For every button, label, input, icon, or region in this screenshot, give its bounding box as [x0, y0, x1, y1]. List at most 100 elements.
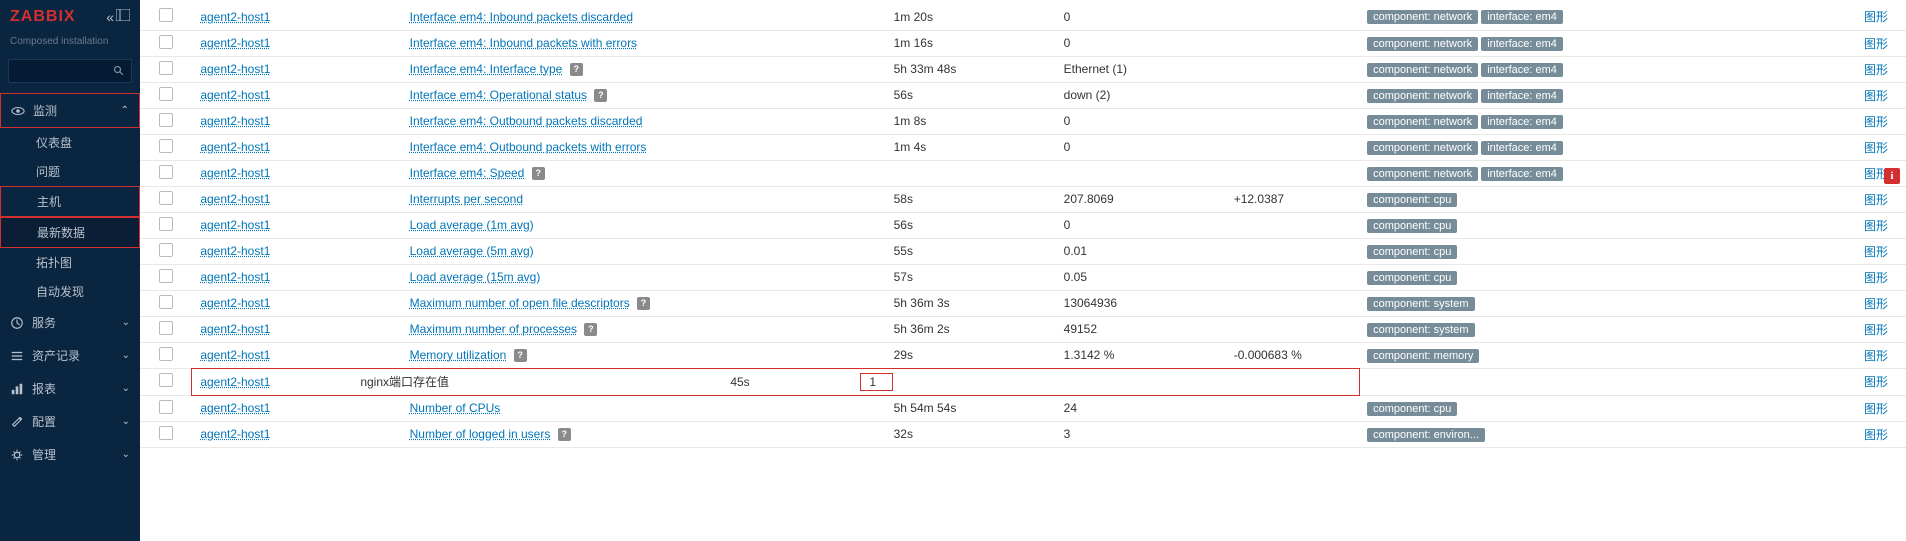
host-link[interactable]: agent2-host1 [200, 401, 270, 415]
host-link[interactable]: agent2-host1 [200, 36, 270, 50]
row-checkbox[interactable] [159, 87, 173, 101]
tag-badge[interactable]: interface: em4 [1481, 63, 1563, 77]
nav-reports[interactable]: 报表⌄ [0, 372, 140, 405]
host-link[interactable]: agent2-host1 [200, 296, 270, 310]
host-link[interactable]: agent2-host1 [200, 114, 270, 128]
nav-config[interactable]: 配置⌄ [0, 405, 140, 438]
row-checkbox[interactable] [159, 269, 173, 283]
tag-badge[interactable]: component: cpu [1367, 271, 1457, 285]
graph-link[interactable]: 图形 [1864, 219, 1888, 233]
graph-link[interactable]: 图形 [1864, 428, 1888, 442]
item-link[interactable]: Interface em4: Inbound packets discarded [410, 10, 633, 24]
item-link[interactable]: Maximum number of processes [410, 322, 577, 336]
help-icon[interactable]: ? [584, 323, 597, 336]
help-icon[interactable]: ? [594, 89, 607, 102]
tag-badge[interactable]: component: network [1367, 89, 1478, 103]
tag-badge[interactable]: component: system [1367, 323, 1474, 337]
host-link[interactable]: agent2-host1 [200, 375, 270, 389]
tag-badge[interactable]: component: environ... [1367, 428, 1485, 442]
sidebar-item-hosts[interactable]: 主机 [0, 186, 140, 217]
row-checkbox[interactable] [159, 165, 173, 179]
item-link[interactable]: Interface em4: Inbound packets with erro… [410, 36, 637, 50]
nav-admin[interactable]: 管理⌄ [0, 438, 140, 471]
item-link[interactable]: Maximum number of open file descriptors [410, 296, 630, 310]
host-link[interactable]: agent2-host1 [200, 322, 270, 336]
host-link[interactable]: agent2-host1 [200, 348, 270, 362]
graph-link[interactable]: 图形 [1864, 115, 1888, 129]
row-checkbox[interactable] [159, 426, 173, 440]
graph-link[interactable]: 图形 [1864, 402, 1888, 416]
nav-monitor[interactable]: 监测 ⌃ [0, 93, 140, 128]
sidebar-item-problems[interactable]: 问题 [0, 157, 140, 186]
host-link[interactable]: agent2-host1 [200, 218, 270, 232]
item-link[interactable]: Load average (15m avg) [410, 270, 541, 284]
graph-link[interactable]: 图形 [1864, 323, 1888, 337]
host-link[interactable]: agent2-host1 [200, 88, 270, 102]
row-checkbox[interactable] [159, 347, 173, 361]
tag-badge[interactable]: interface: em4 [1481, 141, 1563, 155]
tag-badge[interactable]: component: network [1367, 141, 1478, 155]
row-checkbox[interactable] [159, 373, 173, 387]
graph-link[interactable]: 图形 [1864, 37, 1888, 51]
sidebar-item-dashboard[interactable]: 仪表盘 [0, 128, 140, 157]
host-link[interactable]: agent2-host1 [200, 192, 270, 206]
logo[interactable]: ZABBIX [10, 8, 76, 26]
sidebar-item-maps[interactable]: 拓扑图 [0, 248, 140, 277]
host-link[interactable]: agent2-host1 [200, 427, 270, 441]
host-link[interactable]: agent2-host1 [200, 140, 270, 154]
item-link[interactable]: Number of logged in users [410, 427, 551, 441]
graph-link[interactable]: 图形 [1864, 245, 1888, 259]
item-link[interactable]: Interface em4: Operational status [410, 88, 587, 102]
host-link[interactable]: agent2-host1 [200, 244, 270, 258]
item-link[interactable]: Interrupts per second [410, 192, 523, 206]
tag-badge[interactable]: component: system [1367, 297, 1474, 311]
help-icon[interactable]: ? [570, 63, 583, 76]
row-checkbox[interactable] [159, 61, 173, 75]
sidebar-item-discovery[interactable]: 自动发现 [0, 277, 140, 306]
row-checkbox[interactable] [159, 113, 173, 127]
row-checkbox[interactable] [159, 35, 173, 49]
tag-badge[interactable]: interface: em4 [1481, 167, 1563, 181]
host-link[interactable]: agent2-host1 [200, 62, 270, 76]
tag-badge[interactable]: interface: em4 [1481, 10, 1563, 24]
row-checkbox[interactable] [159, 400, 173, 414]
graph-link[interactable]: 图形 [1864, 89, 1888, 103]
search-input[interactable] [8, 59, 132, 83]
tag-badge[interactable]: component: network [1367, 37, 1478, 51]
host-link[interactable]: agent2-host1 [200, 166, 270, 180]
nav-inventory[interactable]: 资产记录⌄ [0, 339, 140, 372]
item-link[interactable]: Interface em4: Speed [410, 166, 525, 180]
row-checkbox[interactable] [159, 295, 173, 309]
tag-badge[interactable]: component: cpu [1367, 219, 1457, 233]
tag-badge[interactable]: component: cpu [1367, 402, 1457, 416]
help-icon[interactable]: ? [514, 349, 527, 362]
tag-badge[interactable]: component: network [1367, 167, 1478, 181]
row-checkbox[interactable] [159, 191, 173, 205]
tag-badge[interactable]: component: cpu [1367, 245, 1457, 259]
row-checkbox[interactable] [159, 8, 173, 22]
item-link[interactable]: Interface em4: Outbound packets with err… [410, 140, 647, 154]
graph-link[interactable]: 图形 [1864, 63, 1888, 77]
item-link[interactable]: Interface em4: Outbound packets discarde… [410, 114, 643, 128]
graph-link[interactable]: 图形 [1864, 375, 1888, 389]
row-checkbox[interactable] [159, 243, 173, 257]
item-link[interactable]: Load average (5m avg) [410, 244, 534, 258]
tag-badge[interactable]: component: memory [1367, 349, 1479, 363]
tag-badge[interactable]: component: network [1367, 115, 1478, 129]
graph-link[interactable]: 图形 [1864, 271, 1888, 285]
host-link[interactable]: agent2-host1 [200, 10, 270, 24]
item-link[interactable]: Memory utilization [410, 348, 507, 362]
sidebar-item-latest[interactable]: 最新数据 [0, 217, 140, 248]
tag-badge[interactable]: interface: em4 [1481, 37, 1563, 51]
collapse-button[interactable]: « [106, 9, 130, 25]
tag-badge[interactable]: component: network [1367, 63, 1478, 77]
tag-badge[interactable]: interface: em4 [1481, 89, 1563, 103]
item-link[interactable]: Interface em4: Interface type [410, 62, 563, 76]
tag-badge[interactable]: interface: em4 [1481, 115, 1563, 129]
graph-link[interactable]: 图形 [1864, 10, 1888, 24]
help-icon[interactable]: ? [532, 167, 545, 180]
graph-link[interactable]: 图形 [1864, 193, 1888, 207]
item-link[interactable]: Load average (1m avg) [410, 218, 534, 232]
graph-link[interactable]: 图形 [1864, 141, 1888, 155]
graph-link[interactable]: 图形 [1864, 349, 1888, 363]
